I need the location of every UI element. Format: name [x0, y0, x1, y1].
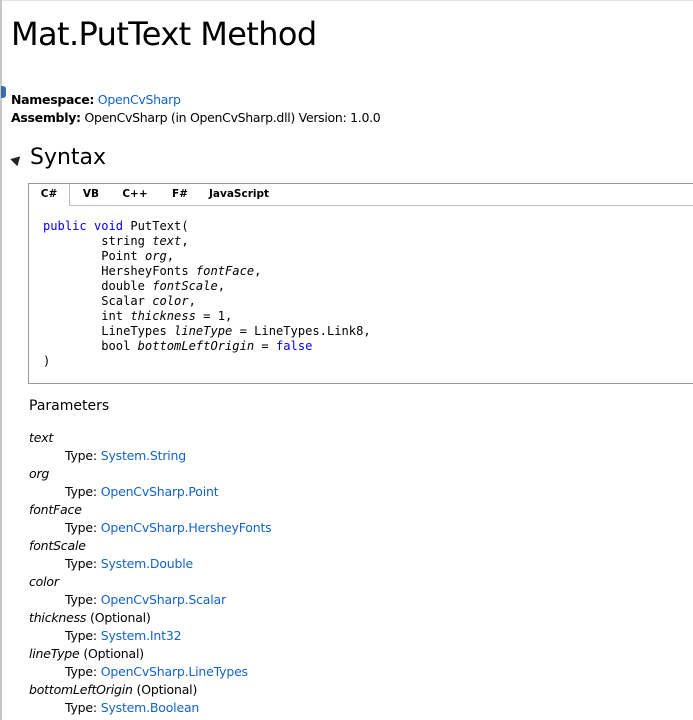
param-type: Type: System.Boolean	[65, 700, 199, 716]
parameters-heading: Parameters	[29, 398, 110, 414]
param-type-link[interactable]: System.Boolean	[101, 700, 200, 715]
param-name: color	[29, 574, 59, 590]
code-param-type: Point	[101, 249, 138, 263]
param-optional: (Optional)	[90, 610, 151, 625]
code-param-name: text	[152, 234, 182, 248]
param-name: fontFace	[29, 502, 82, 518]
param-name: fontScale	[29, 538, 86, 554]
namespace-line: Namespace: OpenCvSharp	[11, 92, 181, 108]
code-param-type: LineTypes	[101, 324, 167, 338]
code-param-name: bottomLeftOrigin	[137, 339, 255, 353]
param-type-label: Type:	[65, 700, 97, 715]
param-name: lineType (Optional)	[29, 646, 144, 662]
code-param-name: thickness	[130, 309, 196, 323]
tab-csharp[interactable]: C#	[29, 184, 70, 206]
param-type-link[interactable]: System.String	[101, 448, 186, 463]
namespace-label: Namespace:	[11, 92, 95, 107]
code-keyword: false	[276, 339, 313, 353]
top-border	[0, 0, 693, 1]
param-name-text: fontScale	[29, 538, 86, 553]
code-param-suffix: ,	[254, 264, 262, 278]
syntax-section-toggle[interactable]: Syntax	[10, 144, 107, 172]
tab-javascript[interactable]: JavaScript	[205, 184, 273, 205]
page-title: Mat.PutText Method	[11, 15, 317, 53]
param-type-link[interactable]: OpenCvSharp.Point	[101, 484, 219, 499]
param-name-text: lineType	[29, 646, 80, 661]
code-param-name: lineType	[174, 324, 233, 338]
param-optional: (Optional)	[136, 682, 198, 697]
code-param-type: HersheyFonts	[101, 264, 189, 278]
param-type-label: Type:	[65, 448, 97, 463]
code-param-suffix: =	[254, 339, 276, 353]
param-name-text: bottomLeftOrigin	[29, 682, 133, 697]
param-type-link[interactable]: OpenCvSharp.Scalar	[101, 592, 226, 607]
code-param-type: bool	[101, 339, 131, 353]
param-type-link[interactable]: System.Int32	[101, 628, 182, 643]
code-block: public void PutText( string text, Point …	[43, 219, 371, 369]
param-name: org	[29, 466, 49, 482]
param-type-label: Type:	[65, 484, 97, 499]
tab-cpp[interactable]: C++	[115, 184, 155, 205]
param-name-text: thickness	[29, 610, 87, 625]
syntax-heading: Syntax	[30, 145, 107, 170]
code-keyword: void	[93, 219, 124, 233]
param-type: Type: System.String	[65, 448, 186, 464]
param-type: Type: OpenCvSharp.Point	[65, 484, 219, 500]
left-border	[0, 0, 2, 720]
code-param-name: color	[152, 294, 189, 308]
collapse-toc-tab[interactable]	[1, 86, 6, 98]
code-param-type: int	[101, 309, 124, 323]
code-param-suffix: = LineTypes.Link8,	[232, 324, 371, 338]
code-param-suffix: ,	[166, 249, 175, 263]
param-type-label: Type:	[65, 628, 97, 643]
param-name: text	[29, 430, 53, 446]
collapse-triangle-icon	[10, 152, 24, 166]
code-param-suffix: ,	[188, 294, 196, 308]
param-name: thickness (Optional)	[29, 610, 151, 626]
param-optional: (Optional)	[83, 646, 144, 661]
code-param-type: Scalar	[101, 294, 145, 308]
param-type: Type: System.Double	[65, 556, 193, 572]
code-param-type: double	[101, 279, 145, 293]
assembly-label: Assembly:	[11, 110, 81, 125]
assembly-line: Assembly: OpenCvSharp (in OpenCvSharp.dl…	[11, 110, 381, 126]
code-param-name: fontScale	[152, 279, 218, 293]
language-tabs: C# VB C++ F# JavaScript	[29, 184, 693, 206]
code-param-name: org	[144, 249, 167, 263]
param-type-label: Type:	[65, 556, 97, 571]
tab-fsharp[interactable]: F#	[165, 184, 195, 205]
param-type-label: Type:	[65, 520, 97, 535]
namespace-link[interactable]: OpenCvSharp	[98, 92, 181, 107]
param-type: Type: OpenCvSharp.HersheyFonts	[65, 520, 272, 536]
code-method-open: PutText(	[130, 219, 189, 233]
param-type-label: Type:	[65, 592, 97, 607]
code-snippet-box: C# VB C++ F# JavaScript public void PutT…	[28, 183, 693, 384]
code-param-suffix: ,	[217, 279, 226, 293]
code-param-name: fontFace	[195, 264, 255, 278]
code-param-type: string	[101, 234, 145, 248]
param-type: Type: System.Int32	[65, 628, 182, 644]
code-param-suffix: = 1,	[195, 309, 233, 323]
param-name-text: color	[29, 574, 59, 589]
assembly-value: OpenCvSharp (in OpenCvSharp.dll) Version…	[84, 110, 381, 125]
code-close: )	[43, 354, 51, 368]
param-type: Type: OpenCvSharp.LineTypes	[65, 664, 248, 680]
param-type-link[interactable]: OpenCvSharp.HersheyFonts	[101, 520, 272, 535]
param-name-text: text	[29, 430, 54, 445]
param-name-text: fontFace	[29, 502, 82, 517]
param-name-text: org	[29, 466, 50, 481]
param-type-link[interactable]: OpenCvSharp.LineTypes	[101, 664, 248, 679]
tab-vb[interactable]: VB	[73, 184, 109, 205]
param-type-link[interactable]: System.Double	[101, 556, 193, 571]
param-type-label: Type:	[65, 664, 97, 679]
param-name: bottomLeftOrigin (Optional)	[29, 682, 197, 698]
param-type: Type: OpenCvSharp.Scalar	[65, 592, 226, 608]
code-param-suffix: ,	[181, 234, 189, 248]
code-keyword: public	[43, 219, 87, 233]
